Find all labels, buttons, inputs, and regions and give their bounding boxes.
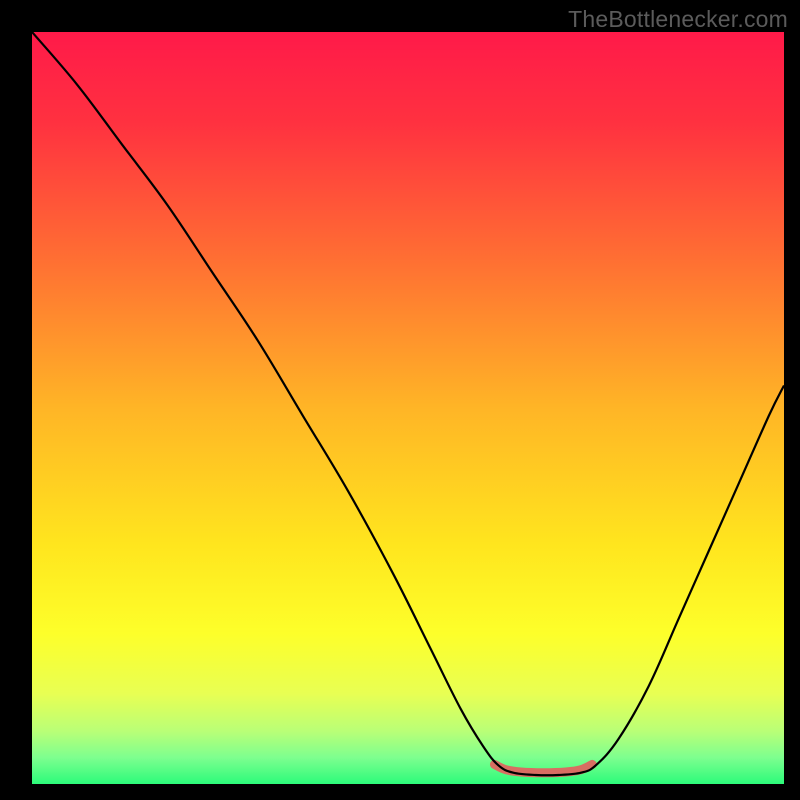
chart-frame: TheBottlenecker.com (0, 0, 800, 800)
curve-layer (32, 32, 784, 784)
bottleneck-curve (32, 32, 784, 775)
plot-area (32, 32, 784, 784)
watermark-text: TheBottlenecker.com (568, 6, 788, 33)
